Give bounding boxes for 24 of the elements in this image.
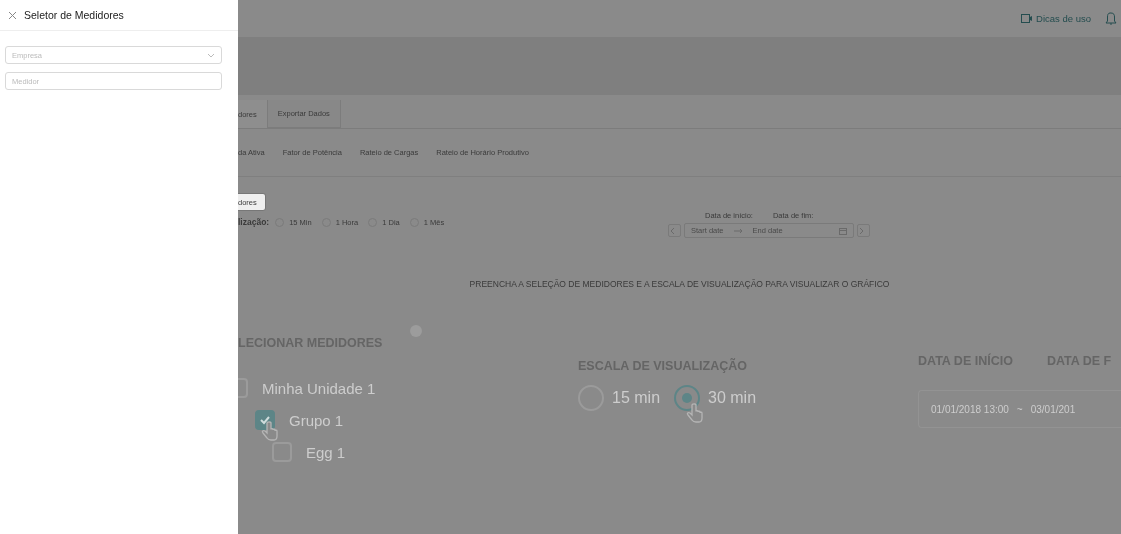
chevron-right-icon	[858, 226, 865, 235]
bell-icon[interactable]	[1105, 12, 1117, 25]
next-button[interactable]	[857, 224, 870, 237]
calendar-icon	[839, 226, 847, 235]
arrow-right-icon	[733, 227, 743, 234]
date-range-field[interactable]: 01/01/2018 13:00 ~ 03/01/201	[918, 390, 1121, 428]
meter-tree-item: Egg 1	[306, 443, 346, 461]
drawer-title: Seletor de Medidores	[24, 9, 124, 21]
empty-chart-message: PREENCHA A SELEÇÃO DE MEDIDORES E A ESCALA DE VISUALIZAÇÃO PARA VISUALIZAR O GRÁFICO	[468, 278, 891, 291]
checkbox[interactable]	[272, 442, 292, 462]
close-icon[interactable]	[8, 10, 17, 20]
meter-tree-item: Grupo 1	[289, 411, 344, 429]
scale-label: lização:	[238, 217, 270, 227]
chevron-left-icon	[669, 226, 676, 235]
video-icon	[1021, 14, 1033, 23]
tips-link[interactable]: Dicas de uso	[1021, 13, 1091, 24]
check-icon	[259, 414, 271, 426]
chevron-down-icon	[207, 52, 215, 58]
previous-button[interactable]	[668, 224, 681, 237]
hand-cursor-icon	[259, 421, 279, 441]
scale-option-label: 30 min	[708, 389, 757, 407]
scale-option-label: 15 min	[612, 389, 661, 407]
hand-cursor-icon	[684, 403, 705, 423]
meter-tree-item: Minha Unidade 1	[262, 379, 376, 397]
